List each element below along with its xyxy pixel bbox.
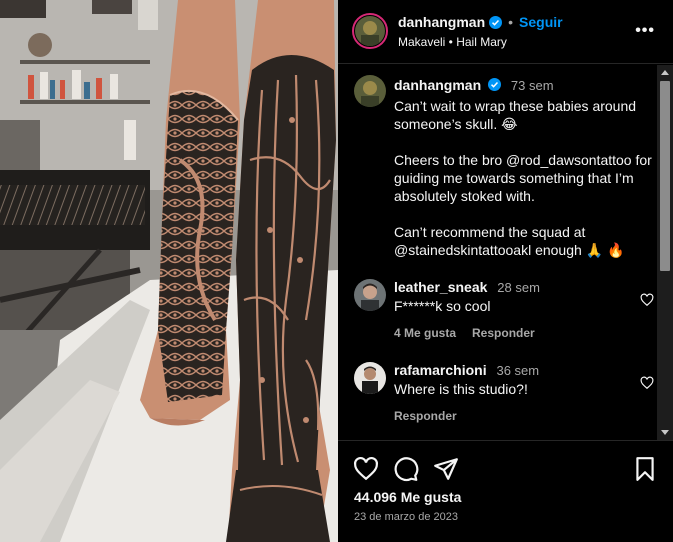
bookmark-icon[interactable] — [632, 456, 658, 482]
likes-count[interactable]: 44.096 Me gusta — [354, 489, 461, 505]
commenter-avatar[interactable] — [354, 362, 386, 394]
comment-username[interactable]: leather_sneak — [394, 279, 487, 295]
comment-item: leather_sneak 28 sem F******k so cool 4 … — [338, 279, 656, 359]
caption-time[interactable]: 73 sem — [511, 78, 554, 93]
tattoo-legs-photo — [0, 0, 338, 542]
comment-item: rafamarchioni 36 sem Where is this studi… — [338, 362, 656, 440]
post-date: 23 de marzo de 2023 — [354, 511, 458, 523]
separator-dot: • — [508, 14, 514, 30]
post-photo[interactable] — [0, 0, 338, 542]
caption-text: Can’t wait to wrap these babies around s… — [394, 98, 652, 258]
author-avatar[interactable] — [352, 13, 388, 49]
comment-text: Where is this studio?! — [394, 381, 528, 397]
scrollbar-thumb[interactable] — [660, 81, 670, 271]
comment-icon[interactable] — [393, 456, 419, 482]
post-details-panel: danhangman • Seguir Makaveli • Hail Mary… — [338, 0, 673, 542]
comment-meta: 4 Me gusta Responder — [394, 326, 535, 340]
author-username[interactable]: danhangman — [398, 14, 485, 30]
caption-username[interactable]: danhangman — [394, 77, 481, 93]
reply-button[interactable]: Responder — [394, 409, 457, 423]
reply-button[interactable]: Responder — [472, 326, 535, 340]
comments-scrollbar[interactable] — [657, 65, 673, 440]
commenter-avatar[interactable] — [354, 279, 386, 311]
comment-header: rafamarchioni 36 sem — [394, 362, 539, 378]
audio-label[interactable]: Makaveli • Hail Mary — [398, 35, 507, 49]
comment-time[interactable]: 28 sem — [497, 280, 540, 295]
post-actions: 44.096 Me gusta 23 de marzo de 2023 — [338, 440, 673, 542]
scroll-up-icon[interactable] — [661, 70, 669, 75]
post-caption: danhangman 73 sem Can’t wait to wrap the… — [394, 76, 652, 259]
follow-button[interactable]: Seguir — [519, 14, 563, 30]
share-icon[interactable] — [433, 456, 459, 482]
comment-time[interactable]: 36 sem — [496, 363, 539, 378]
post-header: danhangman • Seguir Makaveli • Hail Mary… — [338, 0, 673, 64]
comment-username[interactable]: rafamarchioni — [394, 362, 487, 378]
heart-icon[interactable] — [640, 376, 654, 390]
comment-likes[interactable]: 4 Me gusta — [394, 326, 456, 340]
more-options-icon[interactable]: ••• — [635, 22, 655, 40]
verified-badge-icon — [488, 78, 502, 91]
author-line: danhangman • Seguir — [398, 14, 563, 30]
comment-header: leather_sneak 28 sem — [394, 279, 540, 295]
comment-text: F******k so cool — [394, 298, 491, 314]
verified-badge-icon — [489, 15, 503, 29]
comments-list[interactable]: danhangman 73 sem Can’t wait to wrap the… — [338, 65, 656, 440]
heart-icon[interactable] — [353, 456, 379, 482]
heart-icon[interactable] — [640, 293, 654, 307]
caption-avatar[interactable] — [354, 75, 386, 107]
comment-meta: Responder — [394, 409, 457, 423]
scroll-down-icon[interactable] — [661, 430, 669, 435]
